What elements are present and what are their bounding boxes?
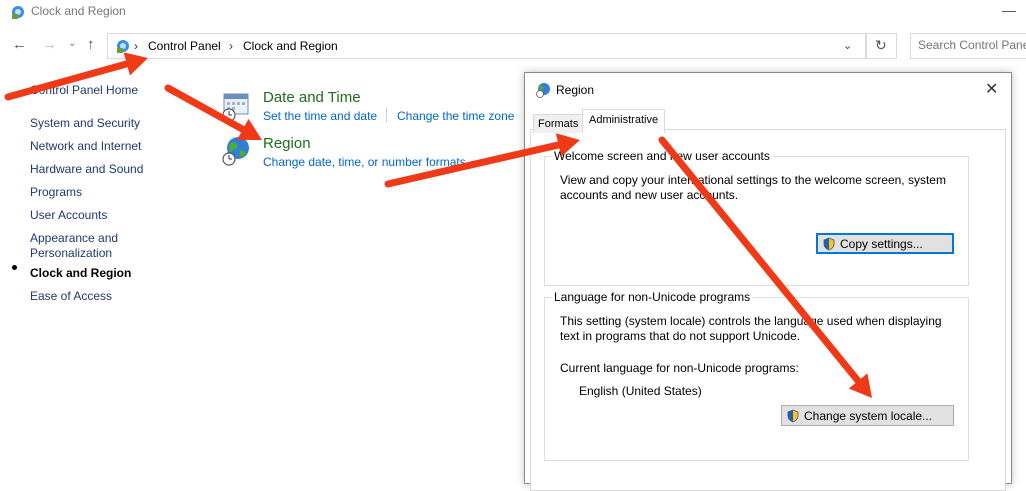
breadcrumb-separator[interactable]: › [229, 39, 233, 53]
nav-hardware-and-sound[interactable]: Hardware and Sound [30, 162, 143, 176]
refresh-button[interactable]: ↻ [866, 33, 897, 59]
address-dropdown-icon[interactable]: ⌄ [843, 39, 852, 52]
uac-shield-icon [823, 237, 835, 250]
tab-formats[interactable]: Formats [533, 114, 584, 133]
set-time-and-date-link[interactable]: Set the time and date [263, 109, 377, 123]
breadcrumb-clock-and-region[interactable]: Clock and Region [243, 39, 338, 53]
current-language-label: Current language for non-Unicode program… [560, 361, 799, 375]
nav-ease-of-access[interactable]: Ease of Access [30, 289, 112, 303]
link-divider [386, 108, 387, 122]
forward-arrow-icon[interactable]: → [42, 36, 57, 53]
nav-programs[interactable]: Programs [30, 185, 82, 199]
control-panel-icon [117, 40, 129, 53]
uac-shield-icon [787, 409, 799, 422]
minimize-button[interactable]: — [1002, 2, 1016, 18]
nav-network-and-internet[interactable]: Network and Internet [30, 139, 141, 153]
search-input[interactable] [918, 38, 1026, 52]
control-panel-icon [12, 6, 24, 19]
group-title: Welcome screen and new user accounts [551, 149, 773, 163]
calendar-clock-icon[interactable] [220, 90, 252, 122]
close-icon[interactable]: ✕ [985, 79, 998, 99]
breadcrumb-separator: › [134, 39, 138, 53]
region-globe-icon [536, 83, 550, 98]
change-time-zone-link[interactable]: Change the time zone [397, 109, 514, 123]
region-dialog: Region ✕ Formats Administrative Welcome … [524, 72, 1012, 491]
search-box[interactable] [910, 33, 1026, 59]
nav-control-panel-home[interactable]: Control Panel Home [30, 83, 138, 97]
change-system-locale-label: Change system locale... [804, 408, 933, 423]
nav-system-and-security[interactable]: System and Security [30, 116, 140, 130]
address-bar[interactable]: › Control Panel › Clock and Region ⌄ [107, 33, 866, 59]
back-arrow-icon[interactable]: ← [12, 36, 27, 53]
current-language-value: English (United States) [579, 384, 702, 398]
dialog-title: Region [556, 83, 595, 97]
change-formats-link[interactable]: Change date, time, or number formats [263, 155, 466, 169]
group-description: View and copy your international setting… [560, 173, 946, 202]
nav-appearance-and-personalization[interactable]: Appearance and Personalization [30, 231, 130, 261]
nav-clock-and-region[interactable]: Clock and Region [30, 266, 131, 280]
nav-user-accounts[interactable]: User Accounts [30, 208, 107, 222]
copy-settings-button[interactable]: Copy settings... [816, 233, 954, 254]
welcome-screen-group: Welcome screen and new user accounts Vie… [544, 149, 969, 286]
region-heading[interactable]: Region [263, 135, 311, 152]
group-description: This setting (system locale) controls th… [560, 314, 942, 343]
non-unicode-group: Language for non-Unicode programs This s… [544, 290, 969, 461]
window-title: Clock and Region [31, 4, 126, 18]
date-and-time-heading[interactable]: Date and Time [263, 89, 361, 106]
window-titlebar: Clock and Region — [0, 0, 1026, 24]
globe-clock-icon[interactable] [220, 135, 252, 167]
up-arrow-icon[interactable]: ↑ [87, 36, 95, 53]
change-system-locale-button[interactable]: Change system locale... [781, 405, 954, 426]
chevron-down-icon[interactable]: ⌄ [68, 38, 76, 49]
active-item-bullet [12, 265, 17, 270]
breadcrumb-control-panel[interactable]: Control Panel [148, 39, 221, 53]
copy-settings-label: Copy settings... [840, 236, 923, 251]
group-title: Language for non-Unicode programs [551, 290, 754, 304]
refresh-icon: ↻ [875, 37, 887, 53]
tab-administrative[interactable]: Administrative [582, 109, 666, 133]
